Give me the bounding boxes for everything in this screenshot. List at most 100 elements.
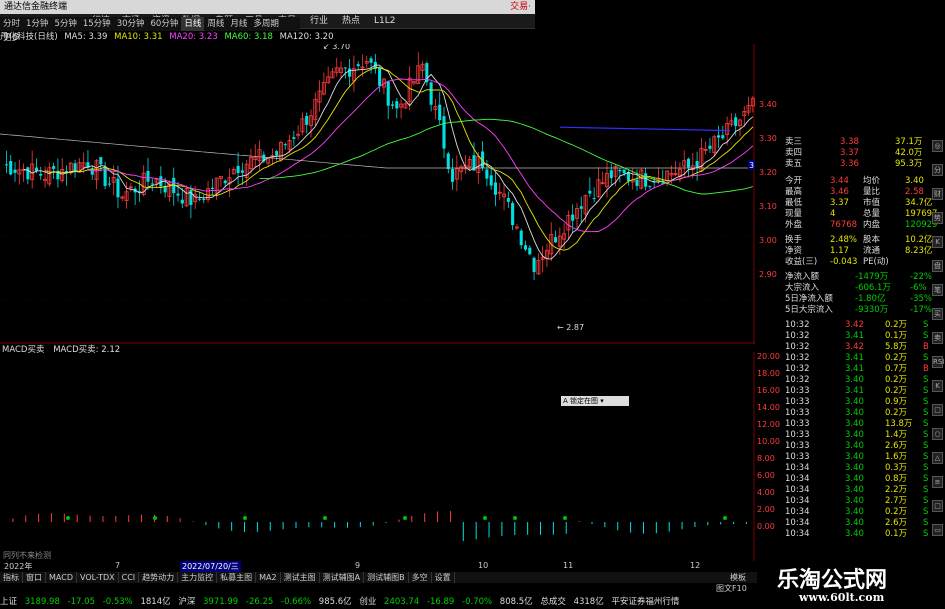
indicator-tab-12[interactable]: 多空	[409, 572, 432, 583]
candle-body	[9, 161, 13, 175]
side-button[interactable]: 笔	[932, 284, 943, 296]
ask-row: 卖三 3.38 37.1万	[755, 137, 930, 148]
indicator-tab-8[interactable]: MA2	[256, 572, 281, 583]
side-button[interactable]: K	[932, 380, 943, 392]
side-button[interactable]: 买	[932, 308, 943, 320]
side-button[interactable]: 分	[932, 164, 943, 176]
candle-body	[283, 144, 287, 146]
tick-side: S	[923, 408, 929, 418]
ask-price: 3.37	[840, 148, 859, 158]
stat-label: PE(动)	[863, 257, 889, 267]
period-8[interactable]: 月线	[227, 17, 250, 31]
stat-value: 2.48%	[830, 235, 858, 245]
trade-button[interactable]: 交易·	[510, 0, 531, 14]
indicator-tab-2[interactable]: MACD	[46, 572, 77, 583]
date-tick: 9	[355, 561, 361, 570]
tick-volume: 0.2万	[885, 320, 908, 330]
candle-body	[292, 137, 296, 139]
tick-row: 10:34 3.40 0.8万 S	[755, 474, 930, 485]
period-0[interactable]: 分时	[0, 17, 23, 31]
side-button[interactable]: ▭	[932, 524, 943, 536]
ma20-line	[87, 78, 754, 233]
period-5[interactable]: 60分钟	[148, 17, 182, 31]
tick-row: 10:34 3.40 2.2万 S	[755, 485, 930, 496]
period-9[interactable]: 多周期	[250, 17, 282, 31]
period-7[interactable]: 周线	[204, 17, 227, 31]
side-button[interactable]: ◎	[932, 140, 943, 152]
side-button[interactable]: 财	[932, 188, 943, 200]
period-2[interactable]: 5分钟	[51, 17, 79, 31]
side-button[interactable]: 势	[932, 212, 943, 224]
stat-label: 流通	[863, 246, 881, 256]
stat-value: 34.7亿	[905, 198, 933, 208]
menu-item-8[interactable]: 热点	[342, 14, 360, 28]
indicator-tab-0[interactable]: 指标	[0, 572, 23, 583]
stock-name[interactable]: 丹化科技(日线)	[0, 32, 58, 42]
period-6[interactable]: 日线	[181, 17, 205, 31]
template-button[interactable]: 模板	[730, 572, 746, 583]
candle-body	[34, 167, 39, 171]
candle-body	[446, 153, 450, 169]
signal-marker	[403, 516, 407, 520]
sz-index-name[interactable]: 沪深	[178, 597, 195, 607]
stat-label: 量比	[863, 187, 881, 197]
tick-row: 10:32 3.42 0.2万 S	[755, 320, 930, 331]
indicator-tab-7[interactable]: 私募主图	[217, 572, 257, 583]
tick-volume: 0.2万	[885, 408, 908, 418]
tick-price: 3.40	[845, 375, 864, 385]
tick-side: S	[923, 485, 929, 495]
side-button[interactable]: 卖	[932, 332, 943, 344]
ask-price: 3.38	[840, 137, 859, 147]
ask-volume: 37.1万	[895, 137, 923, 147]
window-title-bar: 通达信金融终端 交易·	[0, 0, 535, 14]
indicator-tab-13[interactable]: 设置	[432, 572, 455, 583]
side-button[interactable]: ○	[932, 428, 943, 440]
tick-volume: 5.8万	[885, 342, 908, 352]
side-button[interactable]: □	[932, 500, 943, 512]
cy-index-name[interactable]: 创业	[359, 597, 376, 607]
stat-row: 收益(三) -0.043 PE(动)	[755, 257, 930, 268]
tick-price: 3.40	[845, 474, 864, 484]
lock-popup[interactable]: A 锁定在图 ▾	[561, 396, 629, 406]
candle-body	[519, 230, 523, 246]
indicator-tab-9[interactable]: 测试主图	[281, 572, 320, 583]
tick-time: 10:33	[785, 408, 810, 418]
tick-time: 10:34	[785, 485, 810, 495]
macd-chart[interactable]	[0, 352, 755, 562]
side-button[interactable]: K	[932, 236, 943, 248]
stat-value: 76768	[830, 220, 858, 230]
stat-value: 1.17	[830, 246, 849, 256]
sh-index-name[interactable]: 上证	[0, 597, 17, 607]
side-button[interactable]: □	[932, 404, 943, 416]
ask-label: 卖四	[785, 148, 803, 158]
stat-value: 8.23亿	[905, 246, 933, 256]
indicator-tab-5[interactable]: 趋势动力	[139, 572, 179, 583]
side-button[interactable]: 盘	[932, 260, 943, 272]
tick-side: S	[923, 463, 929, 473]
indicator-tab-4[interactable]: CCI	[119, 572, 140, 583]
indicator-tab-3[interactable]: VOL-TDX	[77, 572, 119, 583]
period-1[interactable]: 1分钟	[23, 17, 51, 31]
indicator-tab-1[interactable]: 窗口	[23, 572, 46, 583]
side-button[interactable]: RSI	[932, 356, 944, 368]
tick-row: 10:32 3.41 0.2万 S	[755, 353, 930, 364]
indicator-tab-6[interactable]: 主力监控	[178, 572, 218, 583]
flow-label: 5日大宗流入	[785, 305, 833, 315]
candle-body	[116, 178, 120, 198]
indicator-tab-10[interactable]: 测试辅图A	[320, 572, 365, 583]
side-button[interactable]: △	[932, 452, 943, 464]
ma20-label: MA20: 3.23	[169, 32, 218, 42]
candlestick-chart[interactable]: ↙ 3.70← 2.873.32	[0, 44, 755, 344]
indicator-tab-11[interactable]: 测试辅图B	[364, 572, 409, 583]
menu-item-7[interactable]: 行业	[310, 14, 328, 28]
tick-price: 3.40	[845, 452, 864, 462]
f10-button[interactable]: 图文F10	[716, 583, 747, 594]
candle-body	[150, 183, 154, 185]
tick-row: 10:32 3.40 0.2万 S	[755, 375, 930, 386]
side-button[interactable]: ≡	[932, 476, 943, 488]
menu-item-9[interactable]: L1L2	[374, 14, 395, 28]
candle-body	[618, 169, 622, 172]
period-4[interactable]: 30分钟	[114, 17, 148, 31]
ma-legend: 丹化科技(日线) MA5: 3.39 MA10: 3.31 MA20: 3.23…	[0, 31, 338, 43]
period-3[interactable]: 15分钟	[80, 17, 114, 31]
